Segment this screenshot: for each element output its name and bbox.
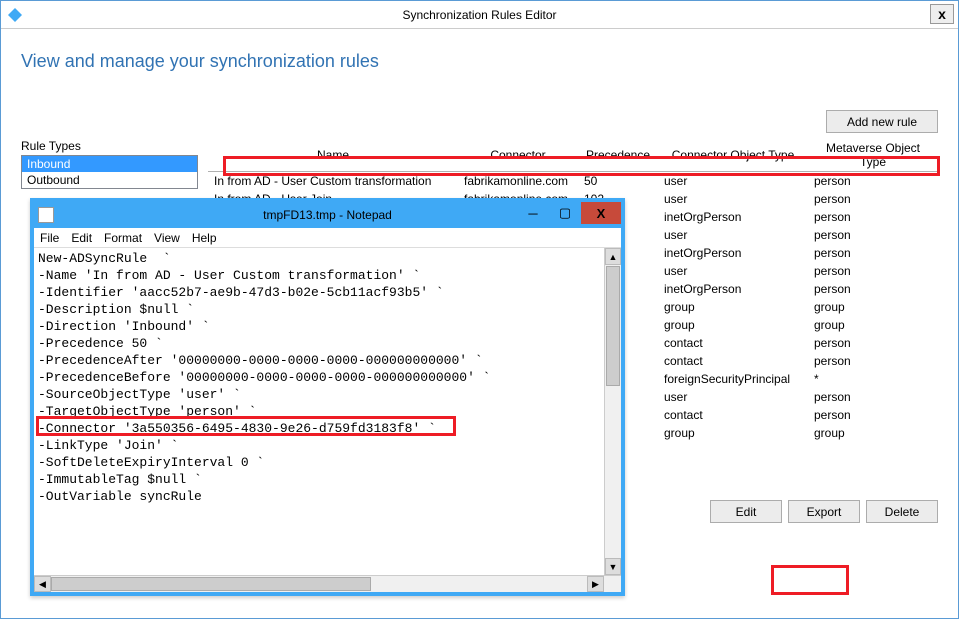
cell-mot: person [808, 334, 938, 352]
cell-cot: group [658, 298, 808, 316]
scroll-right-icon[interactable]: ▶ [587, 576, 604, 592]
cell-mot: person [808, 172, 938, 191]
col-name[interactable]: Name [208, 139, 458, 172]
cell-mot: person [808, 226, 938, 244]
menu-file[interactable]: File [40, 231, 59, 245]
col-precedence[interactable]: Precedence [578, 139, 658, 172]
titlebar: Synchronization Rules Editor x [1, 1, 958, 29]
delete-button[interactable]: Delete [866, 500, 938, 523]
notepad-window-buttons: ─ ▢ X [517, 202, 621, 224]
cell-mot: person [808, 406, 938, 424]
cell-cot: group [658, 316, 808, 334]
rule-types-panel: Rule Types InboundOutbound [21, 139, 198, 189]
cell-precedence: 50 [578, 172, 658, 191]
notepad-vscroll[interactable]: ▲ ▼ [604, 248, 621, 575]
cell-name: In from AD - User Custom transformation [208, 172, 458, 191]
cell-mot: person [808, 388, 938, 406]
rule-types-label: Rule Types [21, 139, 198, 153]
rule-types-listbox[interactable]: InboundOutbound [21, 155, 198, 189]
scroll-down-icon[interactable]: ▼ [605, 558, 621, 575]
notepad-window: tmpFD13.tmp - Notepad ─ ▢ X File Edit Form… [30, 198, 625, 596]
rule-type-item-outbound[interactable]: Outbound [22, 172, 197, 188]
cell-cot: user [658, 172, 808, 191]
cell-mot: person [808, 244, 938, 262]
notepad-close-button[interactable]: X [581, 202, 621, 224]
notepad-text-area[interactable]: New-ADSyncRule ` -Name 'In from AD - Use… [34, 248, 604, 575]
cell-mot: group [808, 424, 938, 442]
menu-help[interactable]: Help [192, 231, 217, 245]
cell-cot: contact [658, 406, 808, 424]
cell-mot: person [808, 208, 938, 226]
cell-mot: group [808, 316, 938, 334]
scroll-thumb[interactable] [606, 266, 620, 386]
cell-cot: user [658, 190, 808, 208]
cell-cot: contact [658, 352, 808, 370]
scroll-up-icon[interactable]: ▲ [605, 248, 621, 265]
notepad-body: New-ADSyncRule ` -Name 'In from AD - Use… [34, 248, 621, 575]
table-row[interactable]: In from AD - User Custom transformationf… [208, 172, 938, 191]
cell-cot: foreignSecurityPrincipal [658, 370, 808, 388]
cell-cot: user [658, 226, 808, 244]
col-connector-object-type[interactable]: Connector Object Type [658, 139, 808, 172]
scroll-left-icon[interactable]: ◀ [34, 576, 51, 592]
edit-button[interactable]: Edit [710, 500, 782, 523]
cell-cot: group [658, 424, 808, 442]
page-heading: View and manage your synchronization rul… [21, 51, 938, 72]
menu-edit[interactable]: Edit [71, 231, 92, 245]
rule-type-item-inbound[interactable]: Inbound [22, 156, 197, 172]
notepad-titlebar[interactable]: tmpFD13.tmp - Notepad ─ ▢ X [34, 202, 621, 228]
window-close-button[interactable]: x [930, 4, 954, 24]
cell-mot: person [808, 190, 938, 208]
hscroll-thumb[interactable] [51, 577, 371, 591]
cell-mot: * [808, 370, 938, 388]
scroll-corner [604, 576, 621, 592]
col-metaverse-object-type[interactable]: Metaverse Object Type [808, 139, 938, 172]
menu-format[interactable]: Format [104, 231, 142, 245]
notepad-minimize-button[interactable]: ─ [517, 202, 549, 224]
cell-mot: person [808, 280, 938, 298]
cell-cot: user [658, 262, 808, 280]
menu-view[interactable]: View [154, 231, 180, 245]
add-new-rule-button[interactable]: Add new rule [826, 110, 938, 133]
cell-cot: contact [658, 334, 808, 352]
top-toolbar: Add new rule [21, 110, 938, 133]
cell-mot: group [808, 298, 938, 316]
notepad-maximize-button[interactable]: ▢ [549, 202, 581, 224]
cell-cot: inetOrgPerson [658, 244, 808, 262]
cell-cot: user [658, 388, 808, 406]
notepad-menubar[interactable]: File Edit Format View Help [34, 228, 621, 248]
cell-cot: inetOrgPerson [658, 280, 808, 298]
window-title: Synchronization Rules Editor [1, 8, 958, 22]
cell-mot: person [808, 262, 938, 280]
col-connector[interactable]: Connector [458, 139, 578, 172]
cell-cot: inetOrgPerson [658, 208, 808, 226]
cell-connector: fabrikamonline.com [458, 172, 578, 191]
notepad-hscroll[interactable]: ◀ ▶ [34, 575, 621, 592]
cell-mot: person [808, 352, 938, 370]
export-button[interactable]: Export [788, 500, 860, 523]
hscroll-track[interactable] [51, 576, 587, 592]
